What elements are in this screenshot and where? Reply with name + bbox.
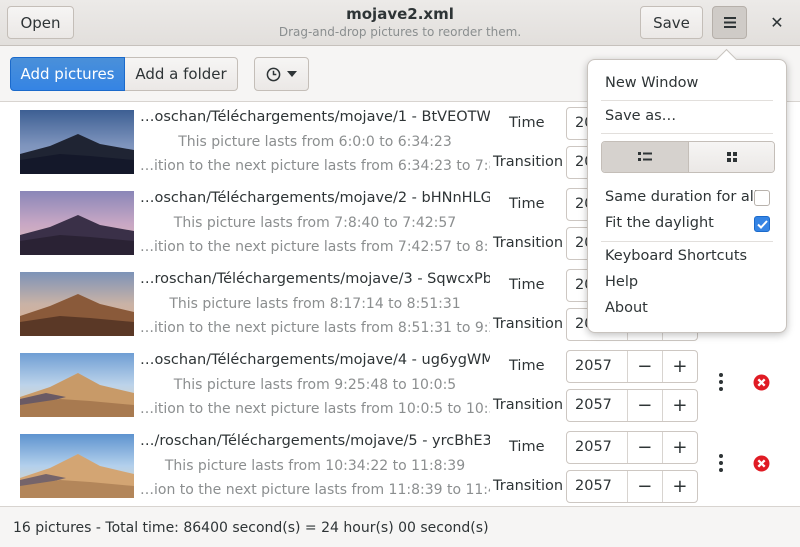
status-text: 16 pictures - Total time: 86400 second(s… bbox=[13, 520, 489, 536]
picture-duration-text: This picture lasts from 9:25:48 to 10:0:… bbox=[173, 377, 457, 393]
time-spinbutton[interactable]: 2057−+ bbox=[566, 350, 698, 383]
list-item[interactable]: …oschan/Téléchargements/mojave/4 - ug6yg… bbox=[0, 345, 800, 426]
increment-button[interactable]: + bbox=[663, 390, 697, 421]
save-button[interactable]: Save bbox=[640, 6, 703, 39]
time-label: Time bbox=[509, 196, 545, 212]
transition-value[interactable]: 2057 bbox=[567, 390, 628, 421]
menu-separator bbox=[601, 100, 773, 101]
main-menu-popover: New Window Save as… Same duration for al… bbox=[587, 48, 787, 333]
increment-button[interactable]: + bbox=[663, 351, 697, 382]
add-folder-button[interactable]: Add a folder bbox=[125, 57, 238, 91]
menu-separator bbox=[601, 133, 773, 134]
status-bar: 16 pictures - Total time: 86400 second(s… bbox=[0, 506, 800, 547]
time-label: Time bbox=[509, 439, 545, 455]
picture-thumbnail bbox=[20, 272, 134, 336]
increment-button[interactable]: + bbox=[663, 432, 697, 463]
transition-value[interactable]: 2057 bbox=[567, 471, 628, 502]
list-view-icon bbox=[638, 152, 652, 161]
transition-label: Transition bbox=[493, 397, 564, 413]
picture-filename: …oschan/Téléchargements/mojave/1 - BtVEO… bbox=[140, 109, 490, 125]
picture-duration-text: This picture lasts from 7:8:40 to 7:42:5… bbox=[173, 215, 457, 231]
transition-label: Transition bbox=[493, 154, 564, 170]
transition-duration-text: …ition to the next picture lasts from 7:… bbox=[140, 239, 490, 255]
delete-icon[interactable] bbox=[753, 455, 770, 472]
same-duration-checkbox[interactable] bbox=[754, 190, 770, 206]
add-pictures-button[interactable]: Add pictures bbox=[10, 57, 125, 91]
menu-item-keyboard-shortcuts[interactable]: Keyboard Shortcuts bbox=[605, 248, 747, 264]
view-mode-toggle[interactable] bbox=[601, 141, 775, 173]
decrement-button[interactable]: − bbox=[628, 351, 663, 382]
picture-duration-text: This picture lasts from 6:0:0 to 6:34:23 bbox=[178, 134, 452, 150]
transition-label: Transition bbox=[493, 316, 564, 332]
more-options-icon[interactable] bbox=[712, 448, 730, 478]
grid-view-button[interactable] bbox=[689, 142, 774, 172]
transition-label: Transition bbox=[493, 478, 564, 494]
picture-filename: …roschan/Téléchargements/mojave/3 - Sqwc… bbox=[140, 271, 490, 287]
main-menu-button[interactable] bbox=[712, 6, 747, 39]
time-mode-menu-button[interactable] bbox=[254, 57, 309, 91]
picture-duration-text: This picture lasts from 10:34:22 to 11:8… bbox=[164, 458, 466, 474]
more-options-icon[interactable] bbox=[712, 367, 730, 397]
picture-thumbnail bbox=[20, 191, 134, 255]
clock-icon bbox=[266, 67, 281, 81]
grid-view-icon bbox=[726, 152, 737, 162]
picture-duration-text: This picture lasts from 8:17:14 to 8:51:… bbox=[169, 296, 461, 312]
decrement-button[interactable]: − bbox=[628, 471, 663, 502]
menu-item-help[interactable]: Help bbox=[605, 274, 638, 290]
time-value[interactable]: 2057 bbox=[567, 432, 628, 463]
transition-duration-text: …ion to the next picture lasts from 11:8… bbox=[140, 482, 490, 498]
transition-spinbutton[interactable]: 2057−+ bbox=[566, 470, 698, 503]
time-spinbutton[interactable]: 2057−+ bbox=[566, 431, 698, 464]
transition-duration-text: …ition to the next picture lasts from 6:… bbox=[140, 158, 490, 174]
hamburger-icon bbox=[723, 17, 736, 28]
picture-filename: …/roschan/Téléchargements/mojave/5 - yrc… bbox=[140, 433, 490, 449]
decrement-button[interactable]: − bbox=[628, 432, 663, 463]
window-subtitle: Drag-and-drop pictures to reorder them. bbox=[278, 25, 522, 39]
checkmark-icon bbox=[756, 219, 768, 229]
list-view-button[interactable] bbox=[602, 142, 689, 172]
picture-thumbnail bbox=[20, 110, 134, 174]
transition-label: Transition bbox=[493, 235, 564, 251]
time-label: Time bbox=[509, 115, 545, 131]
delete-icon[interactable] bbox=[753, 374, 770, 391]
open-button[interactable]: Open bbox=[7, 6, 74, 39]
time-value[interactable]: 2057 bbox=[567, 351, 628, 382]
time-label: Time bbox=[509, 358, 545, 374]
menu-item-new-window[interactable]: New Window bbox=[605, 75, 698, 91]
menu-item-about[interactable]: About bbox=[605, 300, 648, 316]
transition-duration-text: …ition to the next picture lasts from 8:… bbox=[140, 320, 490, 336]
picture-thumbnail bbox=[20, 434, 134, 498]
picture-thumbnail bbox=[20, 353, 134, 417]
fit-daylight-checkbox[interactable] bbox=[754, 216, 770, 232]
decrement-button[interactable]: − bbox=[628, 390, 663, 421]
header-bar: Open mojave2.xml Drag-and-drop pictures … bbox=[0, 0, 800, 46]
picture-filename: …oschan/Téléchargements/mojave/2 - bHNnH… bbox=[140, 190, 490, 206]
transition-spinbutton[interactable]: 2057−+ bbox=[566, 389, 698, 422]
chevron-down-icon bbox=[287, 71, 297, 77]
picture-filename: …oschan/Téléchargements/mojave/4 - ug6yg… bbox=[140, 352, 490, 368]
list-item[interactable]: …/roschan/Téléchargements/mojave/5 - yrc… bbox=[0, 426, 800, 507]
menu-item-fit-daylight[interactable]: Fit the daylight bbox=[605, 215, 714, 231]
transition-duration-text: …ition to the next picture lasts from 10… bbox=[140, 401, 490, 417]
menu-separator bbox=[601, 241, 773, 242]
menu-item-save-as[interactable]: Save as… bbox=[605, 108, 676, 124]
increment-button[interactable]: + bbox=[663, 471, 697, 502]
menu-item-same-duration[interactable]: Same duration for all bbox=[605, 189, 758, 205]
close-window-button[interactable]: ✕ bbox=[762, 6, 792, 39]
time-label: Time bbox=[509, 277, 545, 293]
window-title: mojave2.xml bbox=[346, 5, 454, 23]
close-icon: ✕ bbox=[770, 13, 784, 32]
